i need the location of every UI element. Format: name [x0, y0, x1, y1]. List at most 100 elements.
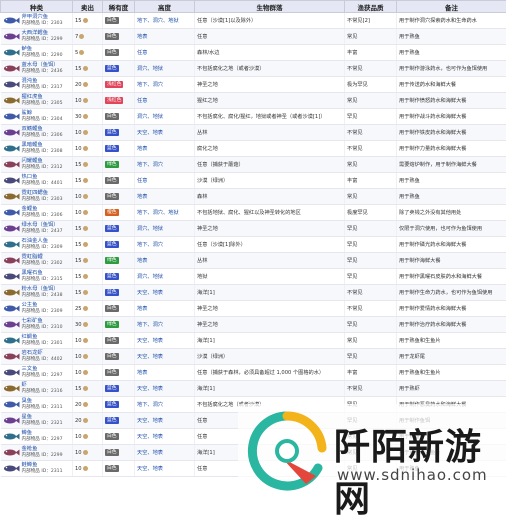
quality-cell: 罕见: [345, 237, 397, 253]
rarity-badge[interactable]: 蓝色: [105, 225, 119, 232]
biome-value[interactable]: 任意: [197, 434, 207, 440]
fish-icon: [3, 368, 20, 377]
rarity-badge[interactable]: 白色: [105, 305, 119, 312]
biome-value[interactable]: 神圣之地: [197, 82, 218, 88]
biome-value[interactable]: 任意: [197, 34, 207, 40]
rarity-badge[interactable]: 白色: [105, 433, 119, 440]
rarity-badge[interactable]: 绿色: [105, 161, 119, 168]
header-quality[interactable]: 渔获品质: [345, 1, 397, 13]
biome-value[interactable]: 神圣之地: [197, 226, 218, 232]
sell-value: 15: [75, 178, 82, 184]
biome-value[interactable]: 任意: [197, 418, 207, 424]
rarity-badge[interactable]: 蓝色: [105, 417, 119, 424]
height-value: 地表: [137, 194, 147, 200]
biome-value[interactable]: 海洋[1]: [197, 450, 215, 456]
biome-value[interactable]: 森林/水边: [197, 50, 220, 56]
table-row: 三文鱼内部物品 ID：229710白色地表任意（捕获于森林，必须具备超过 1,0…: [1, 365, 506, 381]
biome-value[interactable]: 丛林: [197, 130, 207, 136]
biome-value[interactable]: 任意（沙漠[1]以及除外）: [197, 18, 256, 24]
biome-value[interactable]: 海洋[1]: [197, 338, 215, 344]
height-cell: 天空、地表: [135, 349, 195, 365]
fish-internal-id: 内部物品 ID：2317: [22, 85, 71, 91]
quality-cell: 罕见: [345, 349, 397, 365]
rarity-badge[interactable]: 蓝色: [105, 401, 119, 408]
biome-value[interactable]: 沙漠（绿洲）: [197, 178, 228, 184]
biome-value[interactable]: 海洋[1]: [197, 290, 215, 296]
rarity-badge[interactable]: 绿色: [105, 257, 119, 264]
biome-value[interactable]: 地狱: [197, 274, 207, 280]
biome-value[interactable]: 不包括腐化、腐化/猩红，地狱或者神圣（或者沙漠[1]）: [197, 114, 325, 120]
rarity-badge[interactable]: 蓝色: [105, 273, 119, 280]
rarity-badge[interactable]: 蓝色: [105, 145, 119, 152]
quality-value: 罕见: [347, 354, 357, 360]
rarity-badge[interactable]: 白色: [105, 33, 119, 40]
header-note[interactable]: 备注: [397, 1, 506, 13]
rarity-badge[interactable]: 蓝色: [105, 241, 119, 248]
height-value: 天空、地表: [137, 466, 163, 472]
sell-cell: 10: [73, 349, 103, 365]
biome-value[interactable]: 不包括腐化之地（或者沙漠）: [197, 66, 264, 72]
biome-value[interactable]: 不包括地狱、腐化、猩红以及神圣转化的地区: [197, 210, 301, 216]
biome-value[interactable]: 腐化之地: [197, 146, 218, 152]
rarity-badge[interactable]: 白色: [105, 353, 119, 360]
rarity-badge[interactable]: 蓝色: [105, 129, 119, 136]
fish-icon: [3, 256, 20, 265]
sell-value: 30: [75, 322, 82, 328]
note-value: 用于熟鱼和生鱼片: [399, 338, 441, 344]
rarity-badge[interactable]: 蓝色: [105, 65, 119, 72]
fish-icon: [3, 32, 20, 41]
rarity-badge[interactable]: 白色: [105, 193, 119, 200]
species-cell: 三文鱼内部物品 ID：2297: [1, 365, 73, 381]
rarity-badge[interactable]: 白色: [105, 177, 119, 184]
biome-value[interactable]: 任意（沙漠[1]除外）: [197, 242, 246, 248]
biome-value[interactable]: 森林: [197, 194, 207, 200]
rarity-badge[interactable]: 白色: [105, 113, 119, 120]
biome-value[interactable]: 丛林: [197, 258, 207, 264]
fish-internal-id: 内部物品 ID：2311: [22, 405, 71, 411]
height-cell: 天空、地表: [135, 125, 195, 141]
rarity-badge[interactable]: 蓝色: [105, 385, 119, 392]
biome-value[interactable]: 神圣之地: [197, 322, 218, 328]
biome-value[interactable]: 沙漠（绿洲）: [197, 354, 228, 360]
fish-icon: [3, 384, 20, 393]
header-biome[interactable]: 生物群落: [195, 1, 345, 13]
biome-value[interactable]: 任意（捕获于森林，必须具备超过 1,000 个图格的水）: [197, 370, 324, 376]
height-cell: 地下、洞穴: [135, 237, 195, 253]
fish-icon: [3, 272, 20, 281]
header-height[interactable]: 高度: [135, 1, 195, 13]
rarity-cell: 白色: [103, 189, 135, 205]
rarity-badge[interactable]: 白色: [105, 369, 119, 376]
biome-cell: 神圣之地: [195, 77, 345, 93]
note-value: 用于龙虾尾: [399, 354, 425, 360]
rarity-cell: 白色: [103, 109, 135, 125]
sell-value: 10: [75, 434, 82, 440]
header-sell[interactable]: 卖出: [73, 1, 103, 13]
rarity-badge[interactable]: 橙色: [105, 209, 119, 216]
rarity-badge[interactable]: 浅红色: [105, 97, 123, 104]
biome-value[interactable]: 猩红之地: [197, 98, 218, 104]
fish-internal-id: 内部物品 ID：2305: [22, 101, 71, 107]
rarity-badge[interactable]: 绿色: [105, 321, 119, 328]
biome-value[interactable]: 神圣之地: [197, 306, 218, 312]
rarity-cell: 浅红色: [103, 93, 135, 109]
rarity-badge[interactable]: 白色: [105, 337, 119, 344]
rarity-badge[interactable]: 白色: [105, 465, 119, 472]
rarity-badge[interactable]: 白色: [105, 49, 119, 56]
quality-value: 常见: [347, 338, 357, 344]
header-species[interactable]: 种类: [1, 1, 73, 13]
biome-value[interactable]: 海洋[1]: [197, 386, 215, 392]
species-cell: 红鲷鱼内部物品 ID：2301: [1, 333, 73, 349]
biome-value[interactable]: 任意: [197, 466, 207, 472]
note-value: 用于制作游泳药水，也可作为鱼饵使用: [399, 66, 487, 72]
sell-value: 10: [75, 450, 82, 456]
rarity-badge[interactable]: 浅红色: [105, 81, 123, 88]
note-cell: 除了卖钱之外没有其他用处: [397, 205, 506, 221]
header-rarity[interactable]: 稀有度: [103, 1, 135, 13]
rarity-badge[interactable]: 蓝色: [105, 289, 119, 296]
rarity-badge[interactable]: 白色: [105, 449, 119, 456]
biome-value[interactable]: 任意（捕获于蘑菇）: [197, 162, 244, 168]
rarity-badge[interactable]: 白色: [105, 17, 119, 24]
quality-cell: 罕见: [345, 221, 397, 237]
fish-icon: [3, 128, 20, 137]
height-value: 天空、地表: [137, 354, 163, 360]
